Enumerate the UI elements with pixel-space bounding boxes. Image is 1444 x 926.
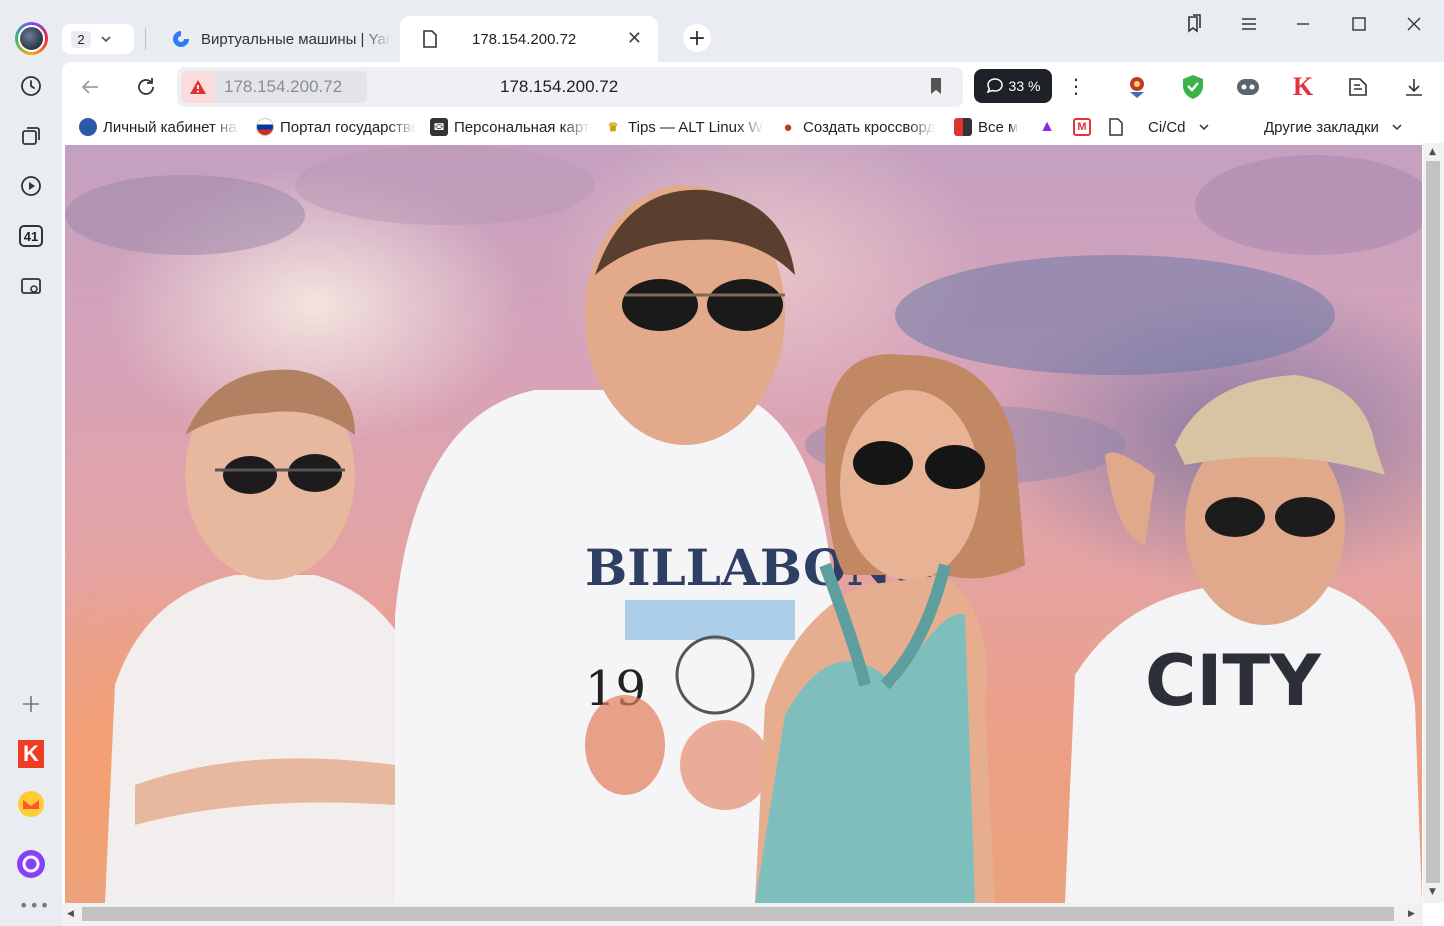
new-tab-button[interactable]: + [683,24,711,52]
scroll-down-icon[interactable]: ▼ [1429,887,1436,897]
bookmark-icon[interactable] [929,77,943,99]
bookmark-purple-icon[interactable]: ▲ [1038,116,1060,138]
tab-label: 178.154.200.72 [472,30,577,48]
minimize-icon[interactable] [1291,12,1315,36]
alice-icon[interactable] [15,848,47,880]
maximize-icon[interactable] [1347,12,1371,36]
more-options-icon[interactable]: ⋮ [1066,74,1086,98]
menu-icon[interactable] [1237,12,1261,36]
bookmarks-panel-icon[interactable] [1182,12,1206,36]
kinopoisk-icon[interactable]: K [15,738,47,770]
extension-kinopoisk-icon[interactable]: K [1288,72,1318,102]
person-boy-left [105,369,425,903]
tab-count: 2 [71,30,91,48]
bookmark-item[interactable]: Портал государственных услуг [256,116,416,138]
back-icon[interactable] [77,74,103,100]
document-icon [423,30,437,48]
vertical-scrollbar[interactable]: ▲ ▼ [1423,143,1444,903]
chevron-down-icon [101,36,111,43]
wildberries-icon [954,118,972,136]
extension-shield-icon[interactable] [1178,72,1208,102]
toolbar: 178.154.200.72 178.154.200.72 33 % ⋮ K [62,62,1444,112]
vertical-scroll-thumb[interactable] [1426,161,1440,883]
video-player-icon[interactable] [15,170,47,202]
bookmark-item[interactable]: ✉ Персональная карта [430,116,590,138]
bookmark-item[interactable]: ♛ Tips — ALT Linux Wiki [604,116,764,138]
warning-icon[interactable] [181,71,215,103]
browser-window: 41 K ••• 2 Виртуальные машины | Yandex 1… [0,0,1444,926]
tab-count-button[interactable]: 2 [62,24,134,54]
yandex-cloud-icon [173,31,189,47]
collections-icon[interactable] [15,120,47,152]
chevron-down-icon [1198,124,1209,131]
extension-translator-icon[interactable] [1122,72,1152,102]
bookmark-item[interactable]: Личный кабинет налогоплательщика [79,116,239,138]
bookmark-magnit-icon[interactable]: M [1073,116,1095,138]
bookmark-document-icon[interactable] [1109,116,1131,138]
address-bar[interactable]: 178.154.200.72 178.154.200.72 [177,67,963,107]
add-panel-icon[interactable] [15,688,47,720]
alt-linux-icon: ♛ [607,120,619,134]
url-text[interactable]: 178.154.200.72 [500,77,618,97]
download-icon[interactable] [1399,72,1429,102]
extension-password-icon[interactable] [1233,72,1263,102]
family-photo: BILLABONG 19 CITY [65,145,1422,903]
extension-tools-icon[interactable] [1343,72,1373,102]
zoom-indicator[interactable]: 33 % [974,69,1052,103]
sidebar-more-icon[interactable]: ••• [19,896,50,915]
personal-card-icon: ✉ [430,118,448,136]
screenshot-icon[interactable] [15,270,47,302]
bookmark-item[interactable]: Все м [954,116,1024,138]
nalog-icon [79,118,97,136]
person-boy-right: CITY [1065,375,1422,903]
horizontal-scrollbar[interactable]: ◀ ▶ [62,903,1423,926]
chevron-down-icon [1392,124,1402,131]
reload-icon[interactable] [133,74,159,100]
history-icon[interactable] [15,70,47,102]
tab-label: Виртуальные машины | Yandex [201,30,391,48]
sidebar: 41 K ••• [0,0,62,926]
gosuslugi-icon [256,118,274,136]
tab-separator [145,28,146,50]
scroll-up-icon[interactable]: ▲ [1429,147,1436,157]
svg-text:CITY: CITY [1145,640,1322,722]
close-tab-icon[interactable]: ✕ [627,28,642,49]
comment-icon [986,78,1003,94]
bookmark-item[interactable]: ● Создать кроссворд [779,116,939,138]
mail-icon[interactable] [15,788,47,820]
scroll-left-icon[interactable]: ◀ [67,909,74,919]
tab-yandex-cloud[interactable]: Виртуальные машины | Yandex [165,16,393,62]
other-bookmarks[interactable]: Другие закладки [1264,116,1424,138]
horizontal-scroll-thumb[interactable] [82,907,1394,921]
scroll-right-icon[interactable]: ▶ [1408,909,1415,919]
bookmark-folder-cicd[interactable]: Ci/Cd [1148,116,1228,138]
site-info-chip[interactable]: 178.154.200.72 [181,71,367,103]
window-close-icon[interactable] [1402,12,1426,36]
bookmarks-bar: Личный кабинет налогоплательщика Портал … [62,112,1444,143]
zoom-level: 33 % [1008,78,1041,94]
profile-avatar[interactable] [15,22,48,55]
page-content: BILLABONG 19 CITY ▲ ▼ ◀ ▶ [62,143,1444,926]
tab-active[interactable]: 178.154.200.72 ✕ [400,16,658,62]
tabs-counter-icon[interactable]: 41 [15,220,47,252]
site-domain: 178.154.200.72 [224,77,343,96]
ladybug-icon: ● [783,118,793,136]
